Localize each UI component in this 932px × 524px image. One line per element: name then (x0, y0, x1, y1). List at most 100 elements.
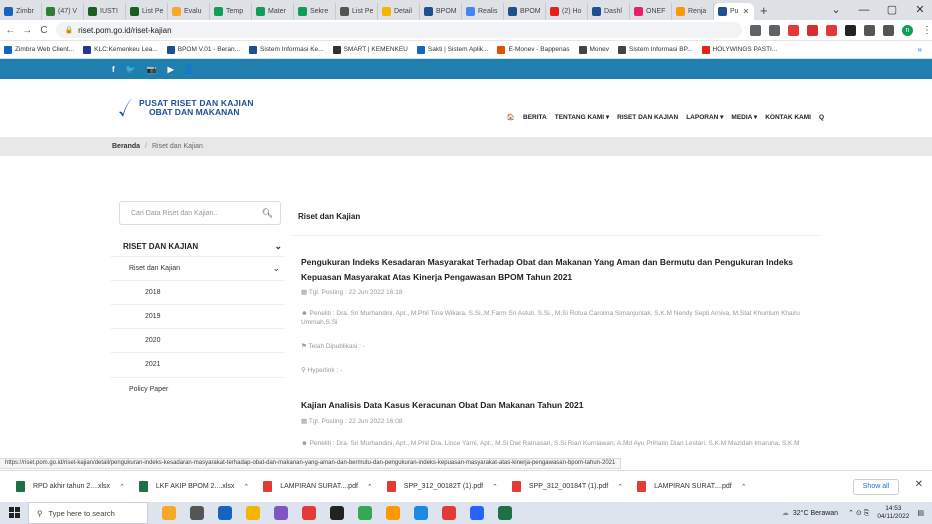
close-icon[interactable]: ✕ (743, 7, 750, 16)
tab[interactable]: BPOM (504, 3, 546, 20)
taskbar-app-icon[interactable] (302, 506, 316, 520)
back-button[interactable]: ← (4, 25, 17, 36)
site-logo[interactable]: PUSAT RISET DAN KAJIAN OBAT DAN MAKANAN (118, 97, 254, 119)
sidebar-heading[interactable]: RISET DAN KAJIAN ⌄ (110, 238, 285, 254)
taskbar-app-icon[interactable] (246, 506, 260, 520)
profile-avatar[interactable]: n (901, 24, 913, 36)
nav-berita[interactable]: BERITA (523, 114, 547, 121)
sidebar-item[interactable]: 2021 (110, 352, 285, 376)
start-button[interactable] (0, 506, 28, 520)
taskbar-search-input[interactable]: ⚲ Type here to search (28, 502, 148, 524)
extension-icon[interactable] (863, 24, 875, 36)
taskbar-app-icon[interactable] (330, 506, 344, 520)
download-item[interactable]: SPP_312_00182T (1).pdf ⌃ (386, 481, 498, 492)
bookmark-item[interactable]: Zimbra Web Client... (4, 45, 74, 54)
taskbar-app-icon[interactable] (274, 506, 288, 520)
tab[interactable]: Evalu (168, 3, 210, 20)
download-item[interactable]: LKF AKIP BPOM 2....xlsx ⌃ (138, 481, 249, 492)
extension-icon[interactable] (844, 24, 856, 36)
breadcrumb-home[interactable]: Beranda (112, 143, 140, 150)
nav-riset-dan-kajian[interactable]: RISET DAN KAJIAN (617, 114, 678, 121)
article-title[interactable]: Pengukuran Indeks Kesadaran Masyarakat T… (301, 255, 833, 285)
bookmark-item[interactable]: SMART | KEMENKEU (332, 45, 408, 54)
people-icon[interactable]: 👤 (185, 65, 195, 74)
twitter-icon[interactable]: 🐦 (126, 65, 136, 74)
youtube-icon[interactable]: ▶ (168, 65, 174, 74)
tab-active[interactable]: Pu ✕ (714, 3, 754, 20)
tab[interactable]: IUSTI (84, 3, 126, 20)
chevron-up-icon[interactable]: ⌃ (492, 483, 498, 491)
tab[interactable]: (2) Ho (546, 3, 588, 20)
tab[interactable]: List Pe (126, 3, 168, 20)
chevron-up-icon[interactable]: ⌃ (367, 483, 373, 491)
search-icon[interactable]: 🔍︎ (262, 208, 273, 219)
chevron-up-icon[interactable]: ⌃ (119, 483, 125, 491)
tab[interactable]: Dashl (588, 3, 630, 20)
tab-search-button[interactable]: ⌄ (822, 0, 850, 20)
tab[interactable]: List Pe (336, 3, 378, 20)
extension-icon[interactable] (787, 24, 799, 36)
sidebar-item[interactable]: 2020 (110, 328, 285, 352)
sidebar-item[interactable]: Riset dan Kajian ⌄ (110, 256, 285, 280)
download-item[interactable]: RPD akhir tahun 2....xlsx ⌃ (16, 481, 125, 492)
download-item[interactable]: LAMPIRAN SURAT....pdf ⌃ (263, 481, 373, 492)
weather-text[interactable]: 32°C Berawan (793, 510, 838, 517)
sidebar-item[interactable]: 2018 (110, 280, 285, 304)
taskbar-app-icon[interactable] (442, 506, 456, 520)
bookmark-item[interactable]: Monev (578, 45, 609, 54)
maximize-button[interactable]: ▢ (878, 0, 906, 20)
extension-icon[interactable] (825, 24, 837, 36)
nav-tentang-kami[interactable]: TENTANG KAMI ▾ (555, 113, 609, 121)
taskbar-app-icon[interactable] (386, 506, 400, 520)
tab[interactable]: Temp (210, 3, 252, 20)
bookmark-item[interactable]: Sistem Informasi Ke... (249, 45, 324, 54)
extension-icon[interactable] (806, 24, 818, 36)
url-bar[interactable]: 🔒 riset.pom.go.id/riset-kajian (56, 22, 742, 38)
bookmark-item[interactable]: Sakti | Sistem Aplik... (416, 45, 488, 54)
chevron-up-icon[interactable]: ⌃ (243, 483, 249, 491)
tab[interactable]: Detail (378, 3, 420, 20)
tab[interactable]: Zimbr (0, 3, 42, 20)
bookmark-item[interactable]: E-Monev - Bappenas (497, 45, 570, 54)
extension-icon[interactable] (882, 24, 894, 36)
taskbar-app-icon[interactable] (470, 506, 484, 520)
tray-icons[interactable]: ⌃ ⊙ ⎘ (848, 509, 869, 518)
close-icon[interactable]: ✕ (915, 479, 923, 490)
bookmark-item[interactable]: Sistem Informasi BP... (618, 45, 693, 54)
notification-icon[interactable]: ▤ (917, 509, 924, 517)
facebook-icon[interactable]: f (112, 65, 115, 74)
extension-icon[interactable] (768, 24, 780, 36)
tab[interactable]: Renja (672, 3, 714, 20)
tab[interactable]: BPOM (420, 3, 462, 20)
minimize-button[interactable]: — (850, 0, 878, 20)
taskbar-app-icon[interactable] (358, 506, 372, 520)
tab[interactable]: ONEF (630, 3, 672, 20)
taskbar-app-icon[interactable] (162, 506, 176, 520)
bookmark-item[interactable]: HOLYWINGS PASTI... (701, 45, 777, 54)
chevron-up-icon[interactable]: ⌃ (617, 483, 623, 491)
nav-laporan[interactable]: LAPORAN ▾ (686, 113, 723, 121)
download-item[interactable]: LAMPIRAN SURAT....pdf ⌃ (637, 481, 747, 492)
sidebar-item[interactable]: Policy Paper (110, 377, 285, 401)
chevron-up-icon[interactable]: ⌃ (741, 483, 747, 491)
home-icon[interactable]: 🏠 (507, 113, 515, 121)
reload-button[interactable]: C (38, 25, 51, 36)
taskbar-app-icon[interactable] (190, 506, 204, 520)
bookmark-item[interactable]: KLC:Kemenkeu Lea... (83, 45, 158, 54)
new-tab-button[interactable]: + (754, 3, 774, 20)
taskbar-app-icon[interactable] (498, 506, 512, 520)
tab[interactable]: (47) V (42, 3, 84, 20)
nav-kontak-kami[interactable]: KONTAK KAMI (765, 114, 811, 121)
nav-media[interactable]: MEDIA ▾ (731, 113, 757, 121)
search-input[interactable]: Cari Data Riset dan Kajian.. 🔍︎ (119, 201, 281, 225)
download-item[interactable]: SPP_312_00184T (1).pdf ⌃ (511, 481, 623, 492)
instagram-icon[interactable]: 📷 (147, 65, 157, 74)
sidebar-item[interactable]: 2019 (110, 304, 285, 328)
article-title[interactable]: Kajian Analisis Data Kasus Keracunan Oba… (301, 398, 833, 413)
show-all-button[interactable]: Show all (853, 479, 899, 495)
search-icon[interactable]: Q (819, 114, 824, 121)
taskbar-app-icon[interactable] (218, 506, 232, 520)
taskbar-app-icon[interactable] (414, 506, 428, 520)
close-window-button[interactable]: ✕ (906, 0, 932, 20)
extension-icon[interactable] (749, 24, 761, 36)
